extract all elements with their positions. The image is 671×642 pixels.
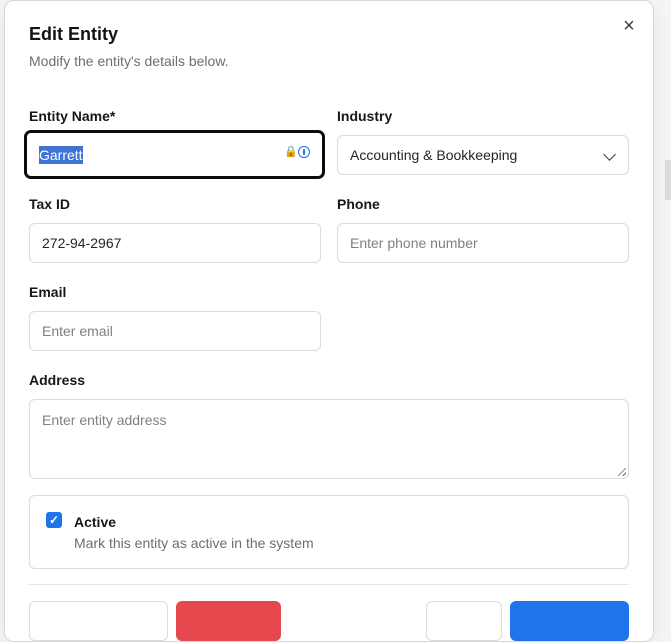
close-icon[interactable]: × (619, 15, 639, 37)
entity-name-label: Entity Name* (29, 108, 116, 124)
dialog-subtitle: Modify the entity's details below. (29, 53, 229, 69)
address-placeholder: Enter entity address (42, 412, 167, 428)
active-description: Mark this entity as active in the system (74, 535, 314, 551)
industry-select[interactable]: Accounting & Bookkeeping (337, 135, 629, 175)
backdrop-scrollbar (665, 160, 671, 200)
tax-id-input[interactable]: 272-94-2967 (29, 223, 321, 263)
phone-placeholder: Enter phone number (350, 235, 478, 251)
password-manager-icons[interactable]: 🔒 (284, 146, 310, 158)
lock-icon[interactable]: 🔒 (284, 146, 298, 158)
entity-name-value: Garrett (39, 145, 83, 164)
industry-value: Accounting & Bookkeeping (350, 147, 518, 163)
cancel-button[interactable] (426, 601, 502, 641)
email-placeholder: Enter email (42, 323, 113, 339)
edit-entity-dialog: × Edit Entity Modify the entity's detail… (4, 0, 654, 642)
checkmark-icon: ✓ (48, 513, 60, 527)
tax-id-label: Tax ID (29, 196, 70, 212)
footer-divider (29, 584, 629, 585)
chevron-down-icon (603, 148, 616, 161)
password-manager-icon[interactable] (298, 146, 310, 158)
active-label[interactable]: Active (74, 514, 116, 530)
save-button[interactable] (510, 601, 629, 641)
entity-name-input[interactable]: Garrett 🔒 (25, 131, 324, 178)
phone-label: Phone (337, 196, 380, 212)
tax-id-value: 272-94-2967 (42, 235, 122, 251)
email-label: Email (29, 284, 67, 300)
secondary-button[interactable] (29, 601, 168, 641)
industry-label: Industry (337, 108, 393, 124)
dialog-title: Edit Entity (29, 24, 118, 44)
resize-handle-icon[interactable] (618, 468, 626, 476)
active-card: ✓ Active Mark this entity as active in t… (29, 495, 629, 569)
delete-button[interactable] (176, 601, 281, 641)
email-input[interactable]: Enter email (29, 311, 321, 351)
active-checkbox[interactable]: ✓ (46, 512, 62, 528)
address-label: Address (29, 372, 86, 388)
phone-input[interactable]: Enter phone number (337, 223, 629, 263)
address-textarea[interactable]: Enter entity address (29, 399, 629, 479)
